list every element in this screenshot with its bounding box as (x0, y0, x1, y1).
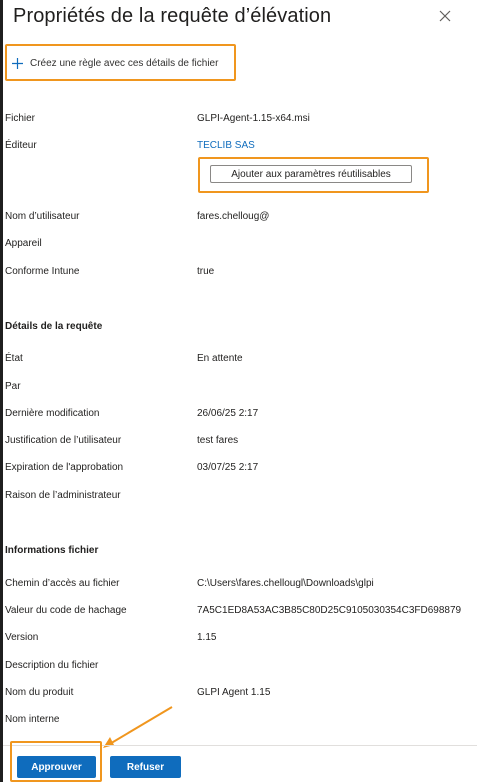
version-label: Version (5, 632, 39, 643)
expiration-label: Expiration de l'approbation (5, 462, 124, 473)
justif-label: Justification de l’utilisateur (5, 435, 122, 446)
conforme-value: true (197, 266, 215, 277)
modif-value: 26/06/25 2:17 (197, 408, 259, 419)
panel-title: Propriétés de la requête d’élévation (13, 5, 332, 27)
description-label: Description du fichier (5, 660, 99, 671)
refuse-button[interactable]: Refuser (110, 756, 181, 778)
produit-label: Nom du produit (5, 687, 74, 698)
par-label: Par (5, 381, 21, 392)
version-value: 1.15 (197, 632, 217, 643)
expiration-value: 03/07/25 2:17 (197, 462, 259, 473)
approve-button[interactable]: Approuver (17, 756, 96, 778)
fichier-label: Fichier (5, 113, 36, 124)
justif-value: test fares (197, 435, 239, 446)
plus-icon (12, 57, 23, 69)
appareil-label: Appareil (5, 238, 42, 249)
etat-value: En attente (197, 353, 243, 364)
request-details-heading: Détails de la requête (5, 321, 103, 332)
raison-label: Raison de l’administrateur (5, 490, 121, 501)
chemin-value: C:\Users\fares.chellougl\Downloads\glpi (197, 578, 374, 589)
produit-value: GLPI Agent 1.15 (197, 687, 271, 698)
window-left-border (0, 0, 3, 782)
modif-label: Dernière modification (5, 408, 100, 419)
etat-label: État (5, 353, 23, 364)
interne-label: Nom interne (5, 714, 60, 725)
create-rule-link[interactable]: Créez une règle avec ces détails de fich… (12, 55, 218, 71)
chemin-label: Chemin d’accès au fichier (5, 578, 120, 589)
editeur-link[interactable]: TECLIB SAS (197, 140, 255, 151)
file-info-heading: Informations fichier (5, 545, 99, 556)
hash-value: 7A5C1ED8A53AC3B85C80D25C9105030354C3FD69… (197, 605, 462, 616)
add-reusable-settings-button[interactable]: Ajouter aux paramètres réutilisables (210, 165, 412, 183)
create-rule-label: Créez une règle avec ces détails de fich… (30, 57, 219, 69)
hash-label: Valeur du code de hachage (5, 605, 127, 616)
fichier-value: GLPI-Agent-1.15-x64.msi (197, 113, 310, 124)
utilisateur-value: fares.chelloug@ (197, 211, 270, 222)
editeur-label: Éditeur (5, 140, 37, 151)
utilisateur-label: Nom d’utilisateur (5, 211, 80, 222)
conforme-label: Conforme Intune (5, 266, 80, 277)
close-icon[interactable] (437, 8, 453, 24)
